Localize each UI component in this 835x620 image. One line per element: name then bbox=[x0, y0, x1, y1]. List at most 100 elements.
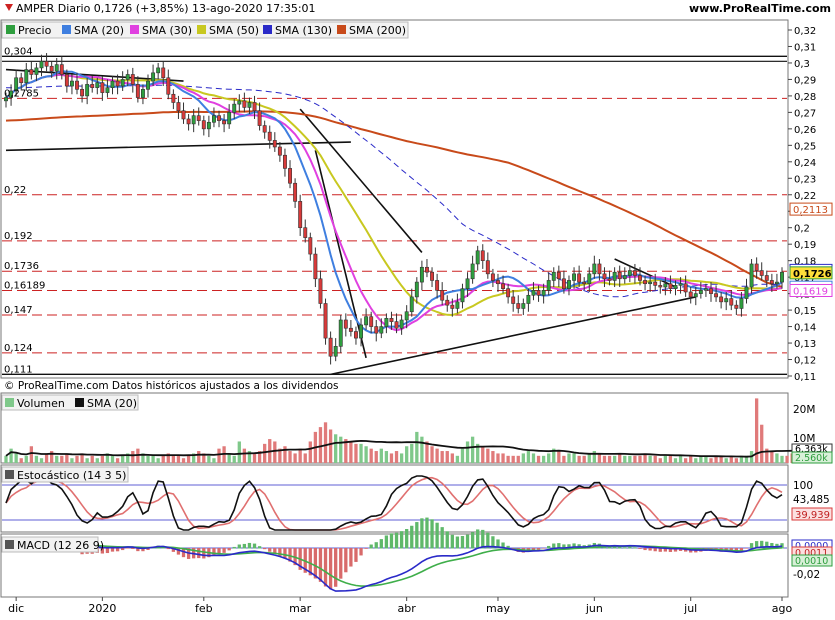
volume-bar bbox=[9, 448, 13, 463]
macd-histogram-bar bbox=[197, 548, 201, 559]
volume-bar bbox=[541, 455, 546, 463]
y-tick-label: 0,13 bbox=[794, 339, 816, 350]
candle bbox=[135, 84, 140, 98]
macd-histogram-bar bbox=[374, 542, 378, 549]
volume-bar bbox=[151, 455, 155, 463]
x-tick-label: may bbox=[486, 602, 510, 615]
legend-sma200: SMA (200) bbox=[349, 24, 406, 37]
volume-bar bbox=[678, 455, 683, 463]
volume-bar bbox=[577, 455, 581, 463]
level-label: 0,304 bbox=[4, 46, 33, 57]
legend-sma20: SMA (20) bbox=[74, 24, 124, 37]
stochastic-badge-d: 39,939 bbox=[795, 510, 830, 521]
candle bbox=[556, 271, 561, 280]
x-tick-label: jun bbox=[585, 602, 603, 615]
candle bbox=[95, 82, 100, 88]
candle bbox=[323, 303, 328, 339]
candle bbox=[597, 263, 602, 275]
candle bbox=[724, 298, 729, 303]
volume-bar bbox=[420, 436, 424, 463]
volume-bar bbox=[628, 455, 632, 463]
volume-bar bbox=[29, 446, 34, 463]
candle bbox=[75, 80, 79, 90]
stochastic-badge-k: 43,485 bbox=[793, 494, 830, 506]
macd-histogram-bar bbox=[318, 548, 323, 582]
volume-bar bbox=[399, 453, 404, 463]
candle bbox=[496, 280, 500, 285]
volume-bar bbox=[364, 446, 368, 463]
macd-histogram-bar bbox=[349, 548, 353, 567]
volume-badge-value: 2.560k bbox=[795, 453, 828, 464]
candle bbox=[734, 304, 739, 309]
candle bbox=[283, 154, 287, 169]
volume-bar bbox=[263, 443, 267, 463]
candle bbox=[267, 131, 272, 141]
macd-histogram-bar bbox=[476, 529, 480, 549]
candle bbox=[714, 293, 719, 298]
candle bbox=[460, 288, 465, 303]
volume-bar bbox=[293, 453, 297, 463]
volume-bar bbox=[207, 455, 211, 463]
macd-histogram-bar bbox=[121, 548, 125, 551]
macd-histogram-bar bbox=[131, 548, 135, 550]
macd-histogram-bar bbox=[465, 534, 470, 549]
macd-histogram-bar bbox=[435, 522, 439, 549]
candle bbox=[729, 298, 734, 306]
volume-bar bbox=[460, 448, 465, 463]
volume-bar bbox=[607, 455, 612, 463]
volume-bar bbox=[612, 455, 617, 463]
y-tick-label: 0,23 bbox=[794, 174, 816, 185]
candle bbox=[343, 319, 348, 329]
candle bbox=[303, 227, 308, 238]
volume-bar bbox=[536, 455, 541, 463]
candle bbox=[130, 74, 135, 85]
time-x-axis: dic 2020 feb mar abr may jun jul ago bbox=[8, 597, 792, 615]
macd-histogram-bar bbox=[394, 532, 399, 549]
macd-histogram-bar bbox=[653, 548, 657, 552]
macd-histogram-bar bbox=[242, 543, 247, 549]
candle bbox=[49, 65, 54, 72]
candle bbox=[369, 316, 374, 327]
candle bbox=[328, 337, 333, 357]
volume-bar bbox=[602, 455, 607, 463]
macd-histogram-bar bbox=[628, 546, 632, 549]
volume-bar bbox=[323, 422, 328, 463]
legend-precio: Precio bbox=[18, 24, 52, 37]
candle bbox=[698, 290, 703, 294]
volume-bar bbox=[379, 448, 383, 463]
candle bbox=[536, 290, 541, 296]
macd-histogram-bar bbox=[547, 545, 551, 549]
volume-bar bbox=[435, 448, 439, 463]
macd-histogram-bar bbox=[364, 548, 368, 549]
candle bbox=[85, 84, 90, 97]
candle bbox=[237, 100, 242, 105]
volume-bar bbox=[587, 453, 591, 463]
candle bbox=[105, 87, 110, 93]
y-tick-label: 0,32 bbox=[794, 26, 816, 37]
volume-bar bbox=[410, 443, 414, 463]
candle bbox=[435, 280, 440, 291]
y-tick-label: 0,14 bbox=[794, 323, 816, 334]
y-tick-label: 0,12 bbox=[794, 356, 816, 367]
macd-histogram-bar bbox=[339, 548, 343, 579]
candle bbox=[186, 118, 191, 125]
candle bbox=[744, 286, 749, 299]
candle bbox=[480, 250, 485, 261]
candle bbox=[90, 84, 95, 88]
volume-bar bbox=[455, 455, 460, 463]
volume-bar bbox=[115, 458, 120, 463]
stochastic-tick-100: 100 bbox=[793, 480, 813, 492]
volume-bar bbox=[394, 451, 399, 463]
candle bbox=[354, 331, 358, 339]
volume-bar bbox=[176, 455, 181, 463]
level-label: 0,2785 bbox=[4, 88, 39, 99]
macd-histogram-bar bbox=[450, 534, 454, 549]
candle bbox=[409, 296, 414, 313]
volume-bar bbox=[648, 455, 652, 463]
candle bbox=[348, 327, 353, 332]
macd-histogram-bar bbox=[222, 548, 226, 553]
macd-histogram-bar bbox=[648, 548, 652, 551]
level-label: 0,16189 bbox=[4, 281, 45, 292]
macd-histogram-bar bbox=[410, 525, 414, 549]
macd-histogram-bar bbox=[425, 517, 429, 549]
